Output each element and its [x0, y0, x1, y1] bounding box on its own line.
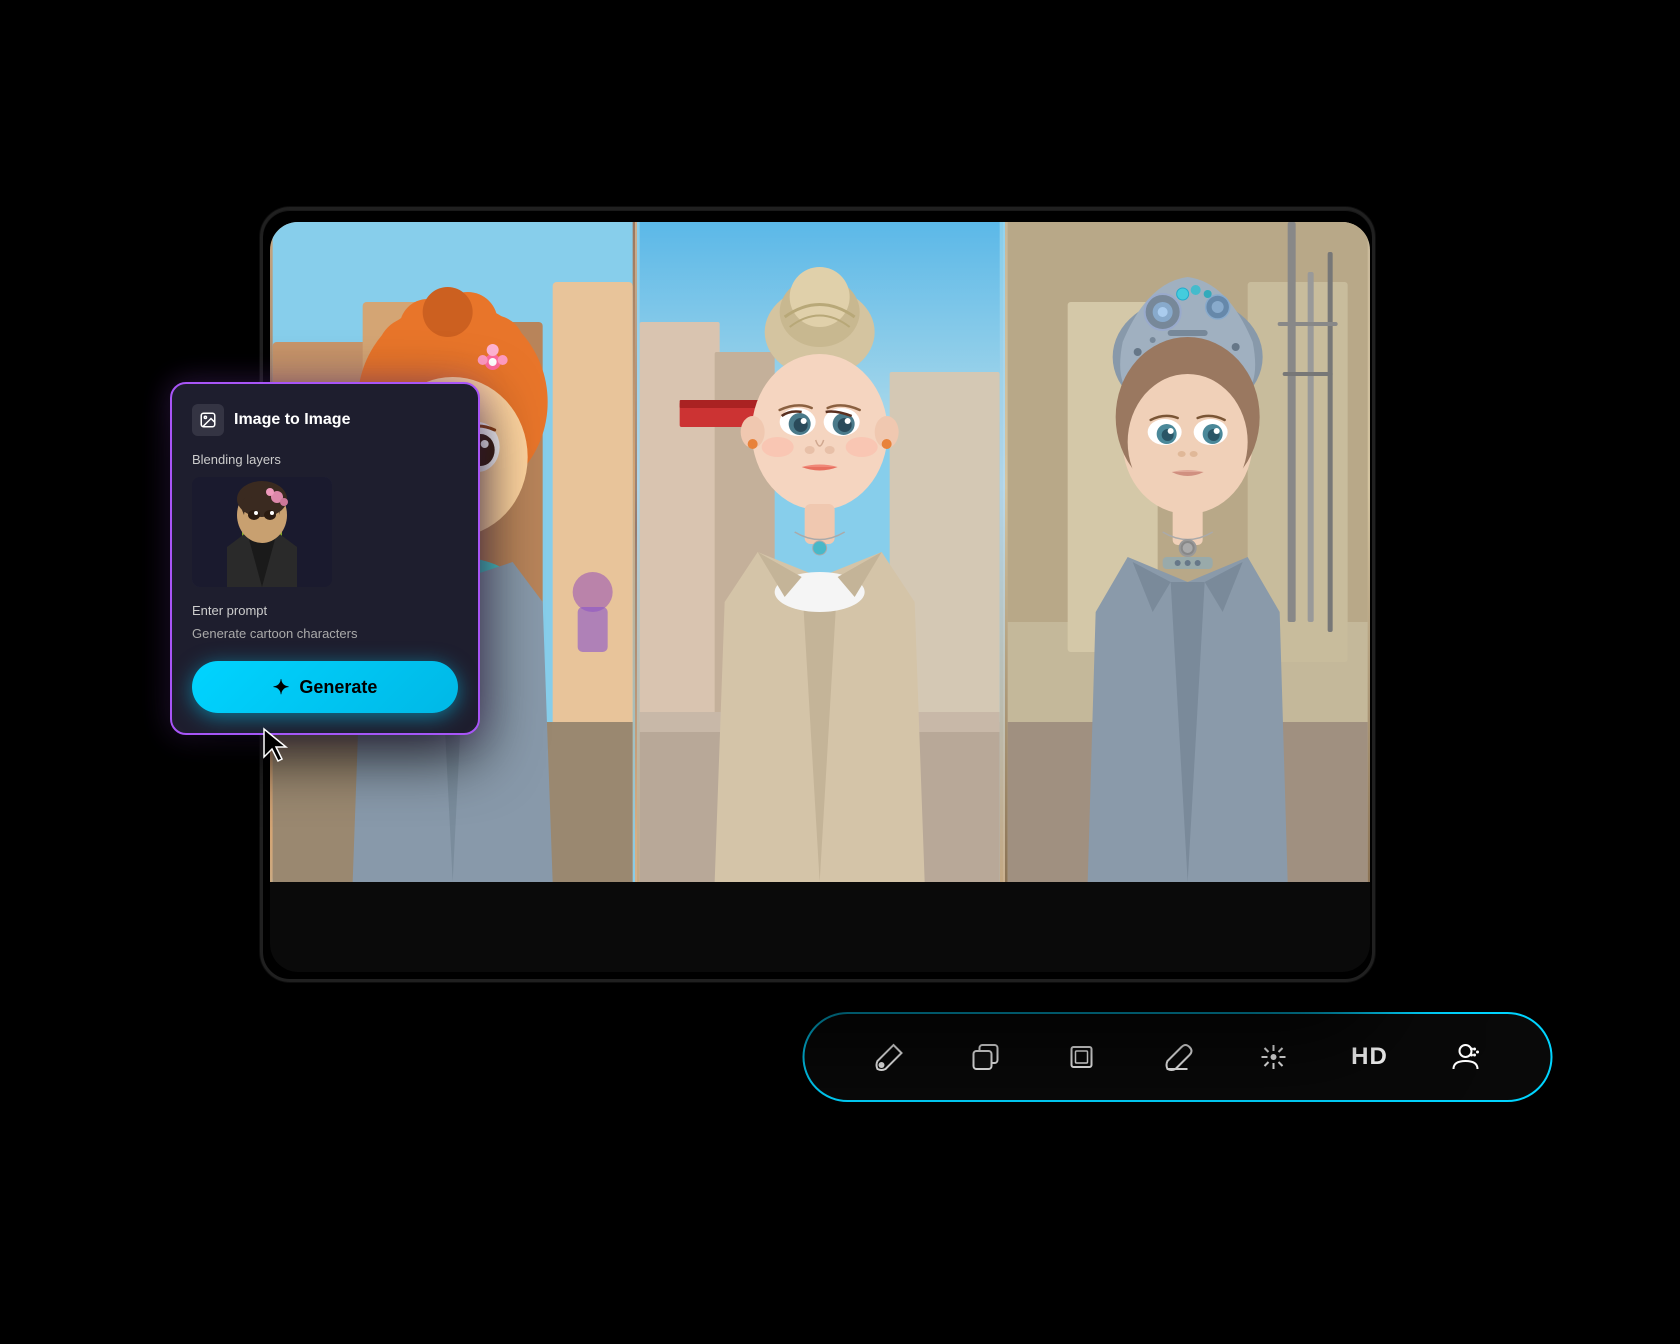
prompt-label: Enter prompt: [192, 603, 458, 618]
panel-card-icon: [192, 404, 224, 436]
cursor: [262, 727, 290, 763]
blending-label: Blending layers: [192, 452, 458, 467]
magic-icon[interactable]: [1250, 1033, 1298, 1081]
layers-icon[interactable]: [962, 1033, 1010, 1081]
prompt-text: Generate cartoon characters: [192, 626, 458, 641]
person-icon[interactable]: [1442, 1033, 1490, 1081]
blending-image: [192, 477, 332, 587]
generate-star-icon: ✦: [273, 675, 290, 700]
generate-label: Generate: [299, 677, 377, 698]
brush-icon[interactable]: [866, 1033, 914, 1081]
toolbar: HD: [803, 1012, 1553, 1102]
eraser-icon[interactable]: [1154, 1033, 1202, 1081]
panel-card: Image to Image Blending layers: [170, 382, 480, 735]
crop-icon[interactable]: [1058, 1033, 1106, 1081]
hd-label: HD: [1351, 1043, 1388, 1071]
hd-icon[interactable]: HD: [1346, 1033, 1394, 1081]
panel-header: Image to Image: [192, 404, 458, 436]
scifi-panel: [1005, 222, 1370, 882]
panel-card-title: Image to Image: [234, 411, 350, 429]
generate-button[interactable]: ✦ Generate: [192, 661, 458, 713]
realistic-panel: [637, 222, 1004, 882]
blending-image-inner: [192, 477, 332, 587]
